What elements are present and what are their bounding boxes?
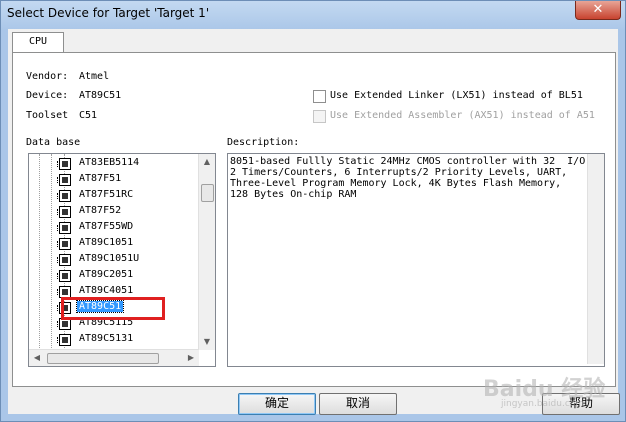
vendor-value: Atmel [79, 71, 110, 82]
scroll-up-icon[interactable]: ▲ [199, 154, 215, 170]
chip-icon [57, 206, 71, 218]
scroll-right-icon[interactable]: ▶ [183, 350, 199, 366]
chip-icon [57, 190, 71, 202]
tree-line [39, 154, 40, 350]
vendor-label: Vendor: [26, 71, 69, 82]
description-box[interactable]: 8051-based Fullly Static 24MHz CMOS cont… [227, 153, 605, 367]
extended-assembler-label: Use Extended Assembler (AX51) instead of… [330, 110, 595, 121]
description-scrollbar[interactable] [587, 154, 604, 364]
dialog-window: Select Device for Target 'Target 1' ✕ CP… [0, 0, 626, 422]
chip-icon [57, 174, 71, 186]
watermark-url: jingyan.baidu.com [501, 399, 585, 409]
tree-line [51, 154, 52, 350]
chip-icon [57, 270, 71, 282]
description-text: 8051-based Fullly Static 24MHz CMOS cont… [230, 156, 586, 200]
chip-icon [57, 158, 71, 170]
scroll-thumb-horizontal[interactable] [47, 353, 159, 364]
toolset-label: Toolset [26, 110, 69, 121]
device-value: AT89C51 [79, 90, 122, 101]
tab-cpu[interactable]: CPU [12, 32, 64, 53]
cancel-button[interactable]: 取消 [319, 393, 397, 415]
chip-icon [57, 238, 71, 250]
scroll-thumb[interactable] [201, 184, 214, 202]
ok-button[interactable]: 确定 [238, 393, 316, 415]
chip-icon [57, 222, 71, 234]
close-icon[interactable]: ✕ [575, 1, 621, 20]
extended-linker-label: Use Extended Linker (LX51) instead of BL… [330, 90, 583, 101]
extended-assembler-checkbox [313, 110, 326, 123]
chip-icon [57, 254, 71, 266]
device-label: Device: [26, 90, 69, 101]
description-label: Description: [227, 137, 300, 148]
highlight-box [61, 297, 165, 320]
database-label: Data base [26, 137, 81, 148]
scroll-left-icon[interactable]: ◀ [29, 350, 45, 366]
extended-linker-checkbox[interactable] [313, 90, 326, 103]
vertical-scrollbar[interactable]: ▲ ▼ [198, 154, 215, 350]
chip-icon [57, 334, 71, 346]
horizontal-scrollbar[interactable]: ◀ ▶ [29, 349, 199, 366]
device-tree-list[interactable]: AT83EB5114 AT87F51 AT87F51RC AT87F52 AT8… [28, 153, 216, 367]
scroll-down-icon[interactable]: ▼ [199, 334, 215, 350]
window-title: Select Device for Target 'Target 1' [7, 6, 210, 20]
toolset-value: C51 [79, 110, 98, 121]
title-bar[interactable]: Select Device for Target 'Target 1' ✕ [1, 1, 625, 29]
